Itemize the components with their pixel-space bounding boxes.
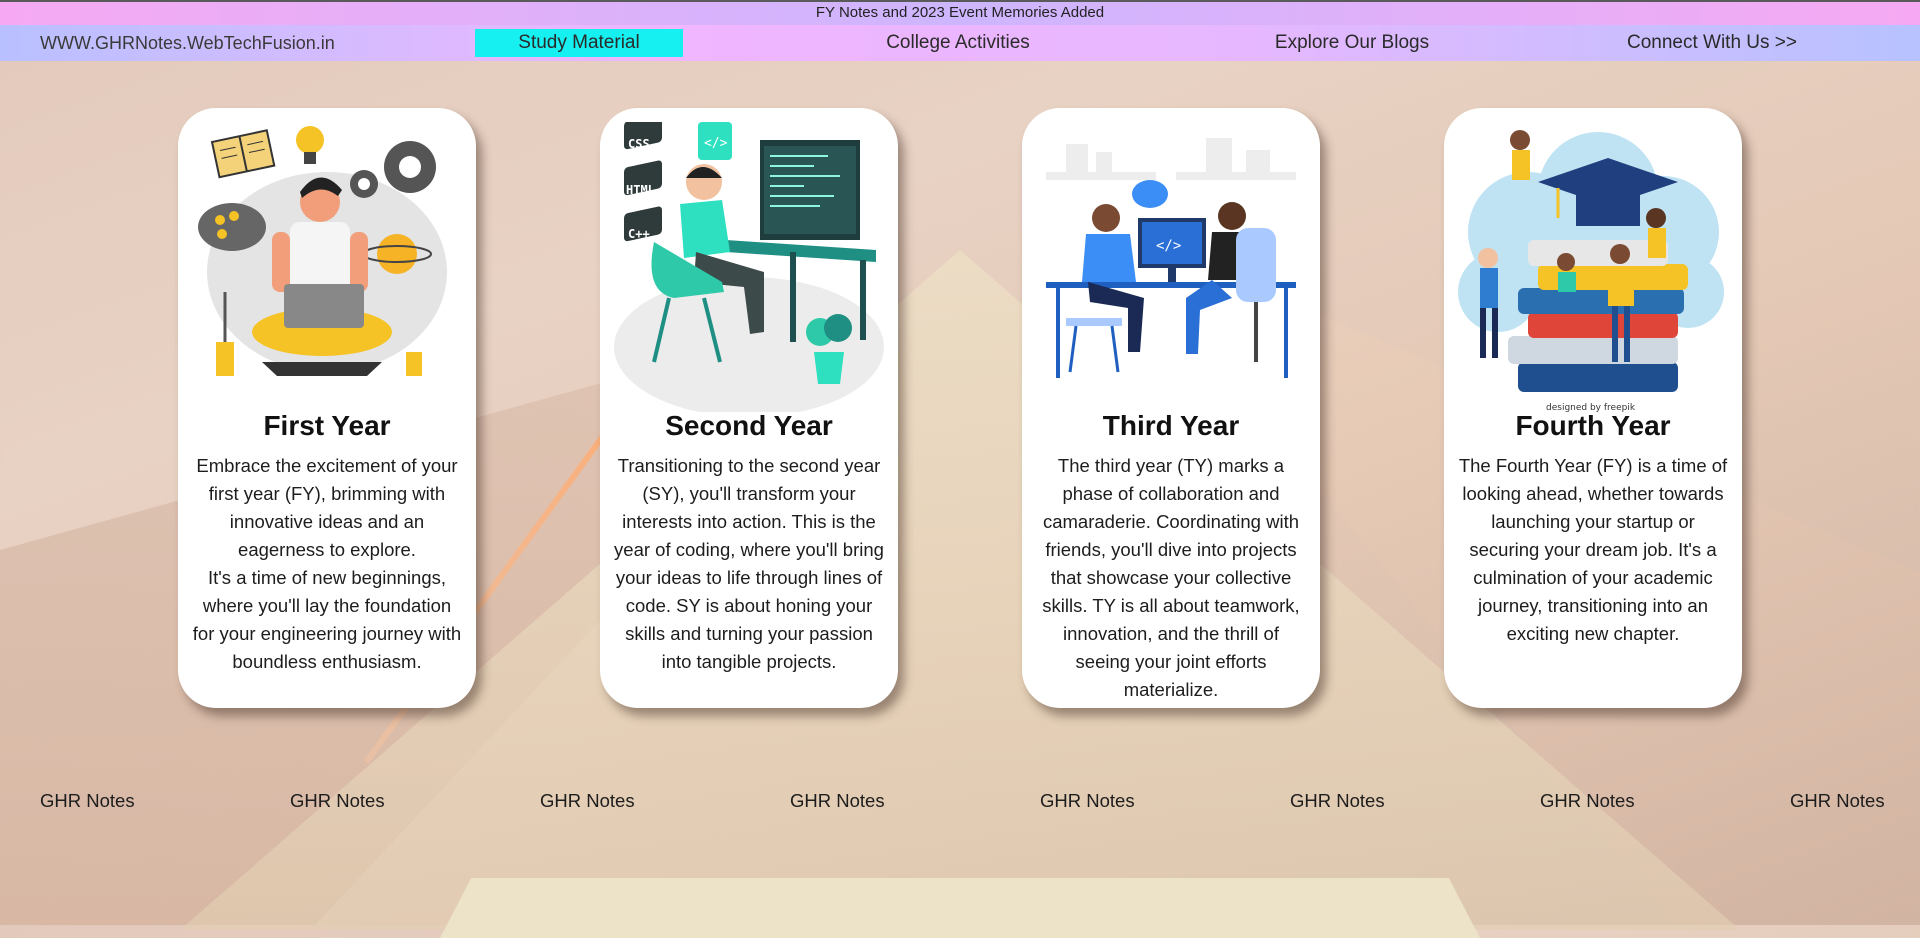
background-base (440, 878, 1480, 938)
code-tag-css: CSS (628, 137, 650, 151)
nav-connect-with-us[interactable]: Connect With Us >> (1622, 29, 1802, 57)
svg-text:</>: </> (704, 136, 728, 151)
ghr-notes-link[interactable]: GHR Notes (290, 790, 385, 812)
graduation-books-illustration: designed by freepik (1458, 130, 1724, 412)
ghr-notes-link[interactable]: GHR Notes (790, 790, 885, 812)
ghr-notes-link[interactable]: GHR Notes (1790, 790, 1885, 812)
top-nav: WWW.GHRNotes.WebTechFusion.in Study Mate… (0, 25, 1920, 61)
code-tag-html: HTML (626, 183, 655, 197)
site-brand-link[interactable]: WWW.GHRNotes.WebTechFusion.in (40, 25, 335, 61)
card-description: Embrace the excitement of your first yea… (192, 452, 462, 676)
card-description: The third year (TY) marks a phase of col… (1042, 455, 1300, 700)
card-first-year[interactable]: First Year Embrace the excitement of you… (178, 108, 476, 708)
card-title: First Year (263, 410, 391, 441)
card-title: Third Year (1102, 410, 1240, 441)
nav-study-material[interactable]: Study Material (475, 29, 683, 57)
card-third-year[interactable]: </> Third Year The third year (TY) marks… (1022, 108, 1320, 708)
coder-desk-illustration: CSS HTML C++ </> (614, 122, 884, 412)
ghr-notes-link[interactable]: GHR Notes (540, 790, 635, 812)
ghr-notes-link[interactable]: GHR Notes (1040, 790, 1135, 812)
card-description: The Fourth Year (FY) is a time of lookin… (1458, 455, 1728, 644)
code-tag-cpp: C++ (628, 227, 650, 241)
card-description: Transitioning to the second year (SY), y… (614, 455, 884, 672)
card-description-text-2: It's a time of new beginnings, where you… (192, 567, 462, 672)
card-fourth-year[interactable]: designed by freepik Fourth Year The Four… (1444, 108, 1742, 708)
announcement-text: FY Notes and 2023 Event Memories Added (815, 4, 1105, 21)
ghr-notes-link[interactable]: GHR Notes (1290, 790, 1385, 812)
card-title: Fourth Year (1515, 410, 1671, 441)
card-description-text: Embrace the excitement of your first yea… (196, 455, 458, 560)
announcement-bar: FY Notes and 2023 Event Memories Added (0, 0, 1920, 25)
ghr-notes-link[interactable]: GHR Notes (40, 790, 135, 812)
card-title: Second Year (665, 410, 833, 441)
student-laptop-illustration (198, 126, 447, 376)
ghr-notes-link[interactable]: GHR Notes (1540, 790, 1635, 812)
card-second-year[interactable]: CSS HTML C++ </> Second Year Transitioni… (600, 108, 898, 708)
svg-text:</>: </> (1156, 238, 1181, 254)
team-coding-illustration: </> (1046, 138, 1296, 378)
nav-college-activities[interactable]: College Activities (858, 29, 1058, 57)
nav-explore-blogs[interactable]: Explore Our Blogs (1252, 29, 1452, 57)
